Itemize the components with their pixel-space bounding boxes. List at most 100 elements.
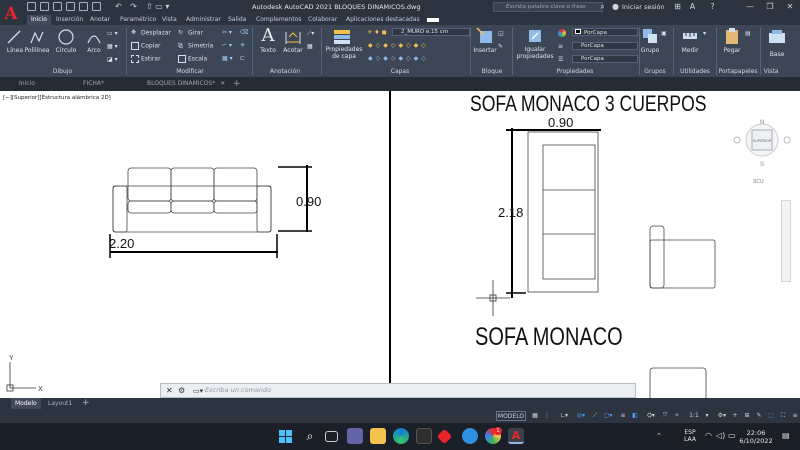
leader-icon[interactable]: ⟋▾ xyxy=(307,30,314,38)
arco-button[interactable]: Arco xyxy=(84,47,104,54)
autodesk-a360-icon[interactable]: A xyxy=(688,2,697,11)
explode-icon[interactable]: ✳ xyxy=(240,42,245,49)
fullscreen-icon[interactable]: ⛶ xyxy=(778,411,788,421)
panel-grupos-label[interactable]: Grupos xyxy=(638,67,672,77)
customization-icon[interactable]: ≡ xyxy=(790,411,800,421)
copy-clip-icon[interactable]: ▤ xyxy=(745,30,751,37)
model-space-button[interactable]: MODELO xyxy=(496,411,526,421)
cart-icon[interactable]: ⊞ xyxy=(673,2,682,11)
viewcube-north-label[interactable]: N xyxy=(760,120,764,126)
estirar-button[interactable]: Estirar xyxy=(131,55,161,63)
layer-state-icon[interactable]: ☀ ♦ ◼ xyxy=(367,29,387,36)
propiedades-capa-button[interactable]: Propiedades de capa xyxy=(324,46,364,60)
arc-icon[interactable] xyxy=(86,29,102,45)
command-input[interactable]: Escriba un comando xyxy=(205,386,625,396)
panel-anotacion-label[interactable]: Anotación xyxy=(262,67,308,77)
task-view-icon[interactable] xyxy=(325,431,338,442)
add-scale-icon[interactable]: + xyxy=(730,411,740,421)
escala-button[interactable]: Escala xyxy=(178,55,207,63)
app-menu-button[interactable]: A xyxy=(0,0,22,28)
isodraft-icon[interactable]: ⟋ xyxy=(590,411,600,421)
lineweight-dropdown[interactable]: PorCapa xyxy=(572,55,638,63)
simetria-button[interactable]: ⧎ Simetría xyxy=(178,42,213,50)
rectangle-icon[interactable]: ▭ ▾ xyxy=(107,30,118,37)
tab-parametrico[interactable]: Paramétrico xyxy=(116,15,160,25)
match-properties-icon[interactable] xyxy=(526,27,544,45)
store-icon[interactable] xyxy=(416,428,432,444)
customize-command-icon[interactable]: ⚙ xyxy=(178,386,185,395)
tab-aplicaciones[interactable]: Aplicaciones destacadas xyxy=(342,15,424,25)
teams-icon[interactable] xyxy=(347,428,363,444)
grupo-button[interactable]: Grupo xyxy=(638,47,662,54)
insertar-button[interactable]: Insertar xyxy=(472,47,498,54)
polyline-icon[interactable] xyxy=(29,29,45,45)
texto-button[interactable]: Texto xyxy=(254,47,282,54)
restore-button[interactable]: ❐ xyxy=(760,0,780,14)
browser-icon[interactable] xyxy=(462,428,478,444)
pegar-button[interactable]: Pegar xyxy=(720,47,744,54)
panel-dibujo-label[interactable]: Dibujo xyxy=(40,67,85,77)
acotar-button[interactable]: Acotar xyxy=(280,47,306,54)
erase-icon[interactable]: ⌫ xyxy=(240,29,248,36)
object-snap-icon[interactable]: ▢▾ xyxy=(602,411,614,421)
annotation-scale-value[interactable]: 1:1 xyxy=(686,411,702,421)
lineweight-status-icon[interactable]: ≡ xyxy=(617,411,629,421)
redo-icon[interactable]: ↷ xyxy=(129,2,138,11)
linetype-dropdown[interactable]: PorCapa xyxy=(572,42,638,50)
file-tab-inicio[interactable]: Inicio xyxy=(14,78,40,90)
close-tab-icon[interactable]: ✕ xyxy=(220,80,225,87)
tab-inicio[interactable]: Inicio xyxy=(27,15,51,25)
color-dropdown[interactable]: PorCapa xyxy=(572,28,638,36)
layer-dropdown[interactable]: 2_MURO e.15 cm xyxy=(392,28,470,36)
wifi-icon[interactable]: ◠ xyxy=(705,431,712,440)
ribbon-toggle-icon[interactable] xyxy=(427,18,439,22)
search-icon[interactable]: ⌕ xyxy=(598,2,607,11)
paste-icon[interactable] xyxy=(724,27,740,45)
panel-portapapeles-label[interactable]: Portapapeles xyxy=(716,67,760,77)
minimize-button[interactable]: — xyxy=(740,0,760,14)
quick-properties-icon[interactable]: ✎ xyxy=(754,411,764,421)
sofa-3-cuerpos-block[interactable] xyxy=(112,167,272,233)
line-icon[interactable] xyxy=(6,29,22,45)
viewcube-south-label[interactable]: S xyxy=(760,162,764,168)
windows-start-icon[interactable] xyxy=(279,430,293,444)
measure-icon[interactable] xyxy=(682,28,698,44)
hatch-icon[interactable]: ▦ ▾ xyxy=(107,43,118,50)
undo-icon[interactable]: ↶ xyxy=(114,2,123,11)
selection-cycling-icon[interactable]: ◧ xyxy=(630,411,640,421)
medir-button[interactable]: Medir xyxy=(678,47,702,54)
polilinea-button[interactable]: Polilínea xyxy=(23,47,51,54)
close-command-icon[interactable]: ✕ xyxy=(166,386,173,395)
file-tab-ficha[interactable]: FICHA* xyxy=(78,78,109,90)
group-icon[interactable] xyxy=(642,28,658,44)
girar-button[interactable]: ↻ Girar xyxy=(178,29,203,37)
circulo-button[interactable]: Círculo xyxy=(53,47,79,54)
battery-icon[interactable]: ▭ xyxy=(728,431,736,440)
tray-expand-icon[interactable]: ⌃ xyxy=(656,432,662,440)
layer-tools-row2-icon[interactable]: ◆◇◆◇◆◇◆◇ xyxy=(368,55,429,62)
web-mobile-icon[interactable] xyxy=(79,2,88,11)
color-wheel-icon[interactable] xyxy=(558,29,566,37)
file-explorer-icon[interactable] xyxy=(370,428,386,444)
navigation-bar[interactable] xyxy=(781,200,791,282)
utilities-more-icon[interactable]: ▾ xyxy=(703,30,706,37)
workspace-icon[interactable]: ⚙▾ xyxy=(716,411,728,421)
help-icon[interactable]: ? xyxy=(708,2,717,11)
save-icon[interactable] xyxy=(53,2,62,11)
trim-icon[interactable]: ✂ ▾ xyxy=(222,29,232,36)
auto-scale-icon[interactable]: ⤧ xyxy=(660,411,670,421)
snap-icon[interactable]: ⋮ xyxy=(542,411,552,421)
edit-block-icon[interactable]: ✎ xyxy=(498,43,503,50)
panel-bloque-label[interactable]: Bloque xyxy=(475,67,509,77)
copiar-button[interactable]: Copiar xyxy=(131,42,160,50)
array-icon[interactable]: ▦ ▾ xyxy=(222,55,233,62)
panel-modificar-label[interactable]: Modificar xyxy=(160,67,220,77)
panel-capas-label[interactable]: Capas xyxy=(380,67,420,77)
sofa-monaco-vertical-block[interactable] xyxy=(527,131,599,293)
ortho-icon[interactable]: ∟▾ xyxy=(556,411,572,421)
gradient-icon[interactable]: ◪ ▾ xyxy=(107,56,118,63)
dimension-sofa1[interactable] xyxy=(109,165,312,258)
tab-layout1[interactable]: Layout1 xyxy=(44,398,76,409)
base-view-icon[interactable] xyxy=(768,29,786,45)
isolate-objects-icon[interactable]: ⬚ xyxy=(766,411,776,421)
